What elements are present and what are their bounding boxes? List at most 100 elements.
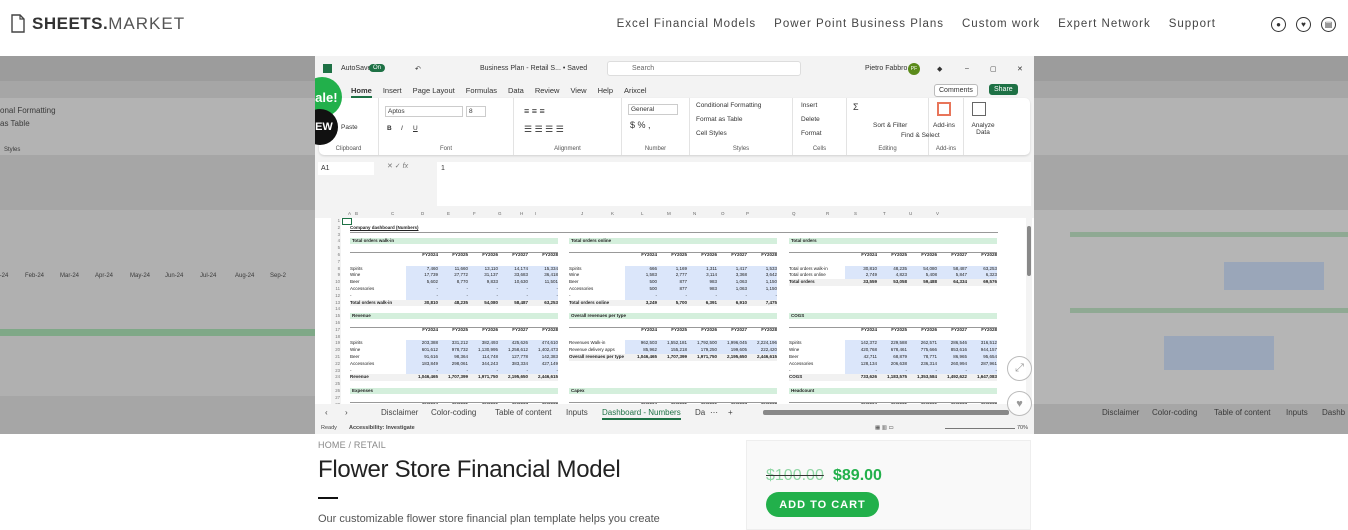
row-number[interactable]: 17	[331, 327, 341, 332]
cell-value[interactable]: 298,061	[440, 361, 468, 368]
format-as-table-button[interactable]: Format as Table	[696, 116, 742, 123]
more-sheets-icon[interactable]: ⋯	[710, 408, 718, 417]
tab-review[interactable]: Review	[535, 86, 560, 98]
fx-icon[interactable]: ✕ ✓ fx	[387, 162, 408, 170]
cell-value[interactable]: 27,772	[440, 272, 468, 279]
column-header[interactable]: Q	[792, 211, 796, 216]
total-value[interactable]: 69,576	[969, 279, 997, 286]
cell-value[interactable]: 1,552,181	[659, 340, 687, 347]
cell-value[interactable]: 4,823	[879, 272, 907, 279]
cell-value[interactable]: -	[470, 293, 499, 300]
cell-value[interactable]: -	[659, 293, 688, 300]
cell-value[interactable]: 1,150	[749, 286, 777, 293]
row-number[interactable]: 9	[331, 272, 341, 277]
cell-value[interactable]: 30,810	[849, 266, 877, 273]
cell-value[interactable]: -	[879, 368, 908, 375]
cell-value[interactable]: -	[470, 286, 499, 293]
cell-value[interactable]: 91,616	[410, 354, 438, 361]
cell-value[interactable]: -	[969, 368, 998, 375]
user-icon[interactable]: ●	[1271, 17, 1286, 32]
horizontal-scrollbar[interactable]	[763, 410, 1009, 415]
sheet-tab[interactable]: Inputs	[566, 408, 588, 417]
column-header[interactable]: M	[667, 211, 671, 216]
cell-value[interactable]: 286,546	[939, 340, 967, 347]
cell-value[interactable]: -	[909, 368, 938, 375]
tab-formulas[interactable]: Formulas	[466, 86, 497, 98]
column-header[interactable]: I	[535, 211, 536, 216]
cell-value[interactable]: -	[410, 368, 439, 375]
close-icon[interactable]: ✕	[1017, 65, 1023, 73]
cell-value[interactable]: 127,778	[500, 354, 528, 361]
cell-value[interactable]: 5,602	[410, 279, 438, 286]
row-number[interactable]: 15	[331, 313, 341, 318]
cell-value[interactable]: 978,732	[440, 347, 468, 354]
total-value[interactable]: 58,487	[500, 300, 528, 307]
cell-value[interactable]: 179,250	[689, 347, 717, 354]
sheet-tab[interactable]: Dashboard - Numbers	[602, 408, 681, 420]
column-header[interactable]: V	[936, 211, 939, 216]
name-box[interactable]: A1	[318, 162, 374, 175]
row-number[interactable]: 20	[331, 347, 341, 352]
row-number[interactable]: 2	[331, 225, 341, 230]
total-value[interactable]: 1,492,622	[939, 374, 967, 381]
total-value[interactable]: 33,559	[849, 279, 877, 286]
cell-value[interactable]: -	[530, 286, 559, 293]
total-value[interactable]: 1,353,584	[909, 374, 937, 381]
cart-icon[interactable]: ▤	[1321, 17, 1336, 32]
cell-value[interactable]: 85,962	[629, 347, 657, 354]
cell-value[interactable]: -	[749, 293, 778, 300]
cell-value[interactable]: 6,323	[969, 272, 997, 279]
cell-value[interactable]: 183,849	[410, 361, 438, 368]
tab-view[interactable]: View	[570, 86, 586, 98]
cell-value[interactable]: 344,243	[470, 361, 498, 368]
breadcrumb-retail[interactable]: RETAIL	[354, 440, 386, 450]
cell-value[interactable]: 262,571	[909, 340, 937, 347]
heart-icon[interactable]: ♥	[1296, 17, 1311, 32]
cell-value[interactable]: 9,833	[470, 279, 498, 286]
cell-value[interactable]: 1,533	[749, 266, 777, 273]
total-value[interactable]: 1,707,399	[440, 374, 468, 381]
cell-value[interactable]: 1,150	[749, 279, 777, 286]
cell-value[interactable]: -	[719, 293, 748, 300]
total-value[interactable]: 3,249	[629, 300, 657, 307]
column-header[interactable]: N	[693, 211, 696, 216]
cell-value[interactable]: 78,771	[909, 354, 937, 361]
normal-view-icon[interactable]: ▦ ▥ ▭	[875, 425, 894, 431]
cell-value[interactable]: 853,616	[939, 347, 967, 354]
cell-value[interactable]: 666	[629, 266, 657, 273]
analyze-data-icon[interactable]	[972, 102, 986, 116]
column-header[interactable]: O	[721, 211, 725, 216]
column-header[interactable]: B	[355, 211, 358, 216]
total-value[interactable]: 53,058	[879, 279, 907, 286]
cell-value[interactable]: 5,847	[939, 272, 967, 279]
spreadsheet-grid[interactable]: AB C D E F G H I J K L M N O P Q R S T U V Company dashboard…	[315, 210, 1034, 404]
search-box[interactable]: Search	[607, 61, 801, 76]
row-number[interactable]: 26	[331, 388, 341, 393]
row-number[interactable]: 6	[331, 252, 341, 257]
row-number[interactable]: 12	[331, 293, 341, 298]
format-cells-button[interactable]: Format	[801, 130, 822, 137]
cell-value[interactable]: 95,654	[969, 354, 997, 361]
cell-value[interactable]: 36,418	[530, 272, 558, 279]
comments-button[interactable]: Comments	[934, 84, 978, 97]
column-header[interactable]: A	[348, 211, 351, 216]
cell-value[interactable]: 142,372	[849, 340, 877, 347]
cell-value[interactable]: 142,383	[530, 354, 558, 361]
cell-value[interactable]: 1,417	[719, 266, 747, 273]
row-number[interactable]: 27	[331, 395, 341, 400]
sheet-tab[interactable]: Color-coding	[431, 408, 476, 417]
row-number[interactable]: 23	[331, 368, 341, 373]
row-number[interactable]: 14	[331, 306, 341, 311]
total-value[interactable]: 30,810	[410, 300, 438, 307]
cell-value[interactable]: 877	[659, 286, 687, 293]
column-header[interactable]: R	[826, 211, 829, 216]
row-number[interactable]: 8	[331, 266, 341, 271]
cell-value[interactable]: 203,388	[410, 340, 438, 347]
cell-value[interactable]: 500	[629, 286, 657, 293]
addins-icon[interactable]	[937, 102, 951, 116]
total-value[interactable]: 1,971,750	[689, 354, 717, 361]
nav-custom-work[interactable]: Custom work	[962, 18, 1040, 30]
cell-value[interactable]: 3,114	[689, 272, 717, 279]
cell-value[interactable]: 383,334	[500, 361, 528, 368]
cell-value[interactable]: 775,666	[909, 347, 937, 354]
